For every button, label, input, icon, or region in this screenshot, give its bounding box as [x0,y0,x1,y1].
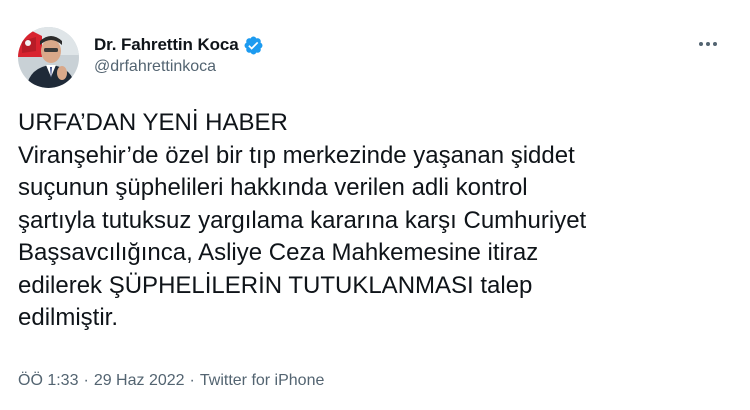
tweet-date[interactable]: 29 Haz 2022 [94,372,185,390]
more-options-icon [699,42,717,46]
tweet-text: URFA’DAN YENİ HABER Viranşehir’de özel b… [18,107,718,335]
author-info: Dr. Fahrettin Koca @drfahrettinkoca [94,33,264,76]
tweet-header: Dr. Fahrettin Koca @drfahrettinkoca [18,24,732,88]
author-display-name[interactable]: Dr. Fahrettin Koca [94,35,239,55]
avatar[interactable] [18,27,79,88]
tweet-text-line: Viranşehir’de özel bir tıp merkezinde ya… [18,141,575,169]
meta-separator: · [83,372,89,389]
avatar-image [18,27,79,88]
tweet-text-line: edilerek ŞÜPHELİLERİN TUTUKLANMASI talep [18,271,533,299]
tweet-text-line: edilmiştir. [18,304,119,331]
tweet-text-line: suçunun şüphelileri hakkında verilen adl… [18,174,528,201]
tweet-time[interactable]: ÖÖ 1:33 [18,372,78,390]
tweet-text-line: URFA’DAN YENİ HABER [18,109,288,136]
more-options-button[interactable] [692,32,724,56]
tweet-text-line: şartıyla tutuksuz yargılama kararına kar… [18,206,587,234]
author-handle[interactable]: @drfahrettinkoca [94,58,264,76]
tweet-source[interactable]: Twitter for iPhone [200,372,325,390]
tweet-text-line: Başsavcılığınca, Asliye Ceza Mahkemesine… [18,239,539,266]
meta-separator: · [189,372,195,389]
verified-badge-icon [243,35,264,56]
tweet-card: Dr. Fahrettin Koca @drfahrettinkoca URFA… [0,0,750,410]
name-row: Dr. Fahrettin Koca [94,33,264,57]
tweet-meta: ÖÖ 1:33 · 29 Haz 2022 · Twitter for iPho… [18,372,324,390]
